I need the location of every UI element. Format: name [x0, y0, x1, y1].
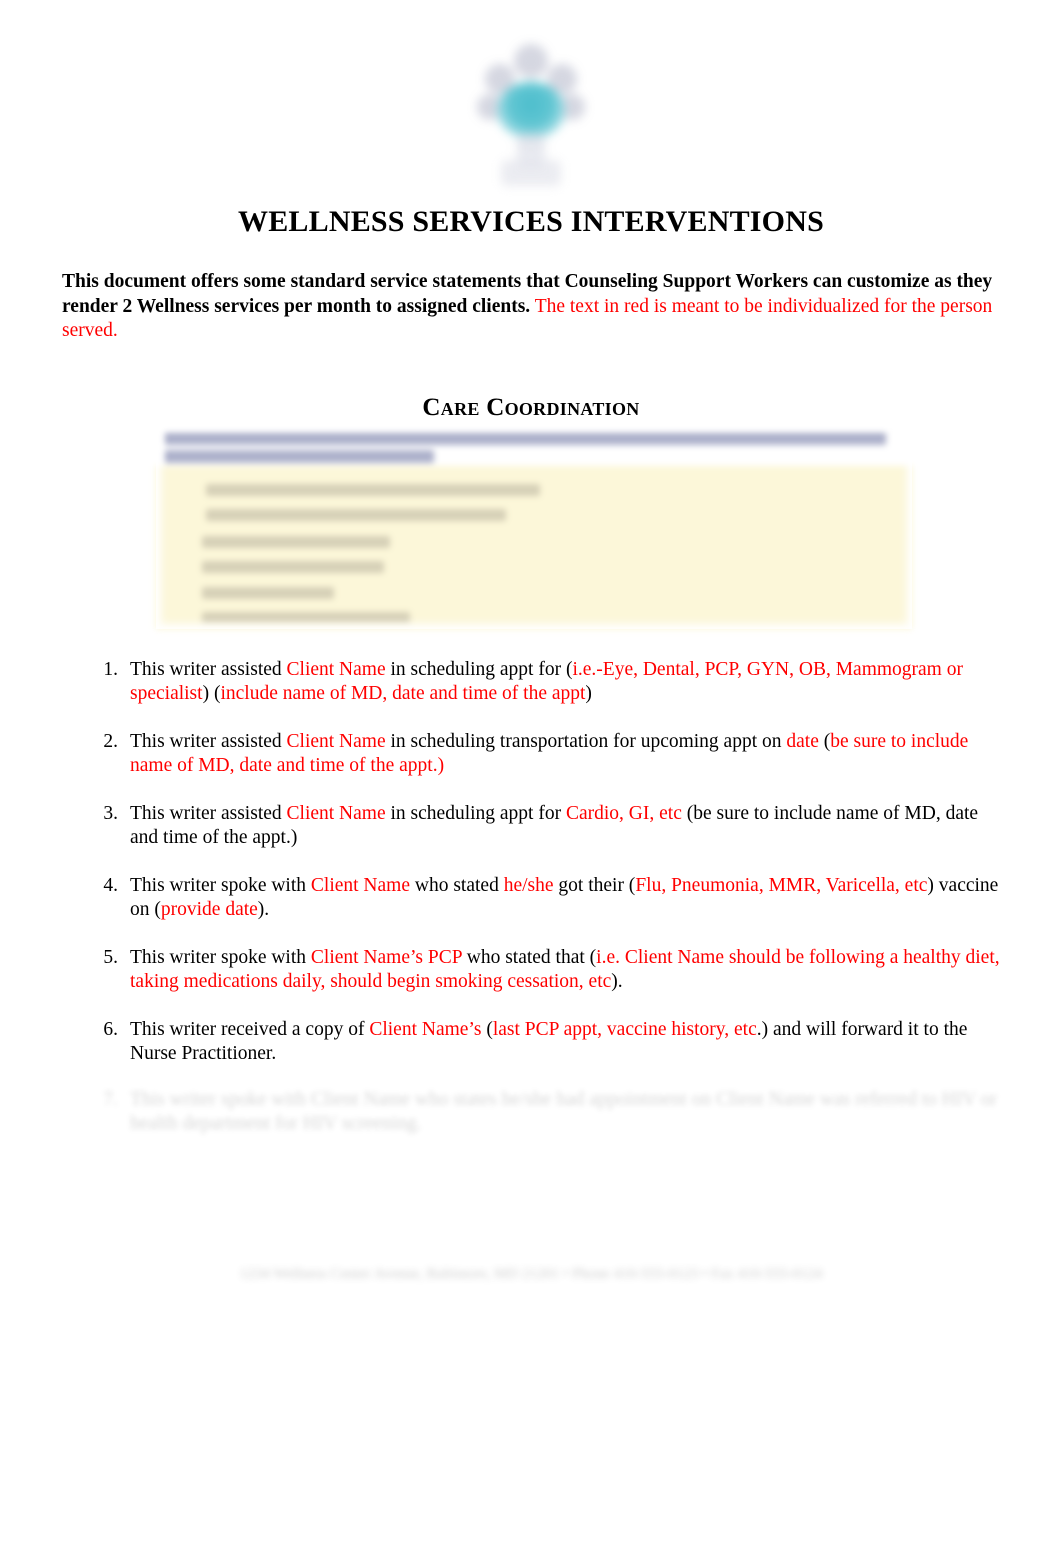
text-segment-black: in scheduling appt for: [385, 803, 566, 824]
list-item-text: This writer assisted Client Name in sche…: [130, 803, 978, 848]
text-segment-red: Client Name’s PCP: [310, 947, 462, 968]
list-item-number: 3.: [103, 803, 118, 824]
redacted-callout-box: [156, 424, 912, 629]
list-item-faded-text: This writer spoke with Client Name who s…: [130, 1089, 998, 1134]
text-segment-black: ) (: [202, 683, 221, 704]
text-segment-black: (: [481, 1019, 493, 1040]
text-segment-red: Client Name: [286, 731, 386, 752]
footer-text: 1234 Wellness Center Avenue, Baltimore, …: [239, 1266, 823, 1282]
text-segment-black: who stated: [410, 875, 504, 896]
callout-header-band: [156, 424, 912, 466]
text-segment-black: in scheduling appt for (: [385, 659, 573, 680]
text-segment-black: This writer assisted: [130, 659, 287, 680]
text-segment-red: last PCP appt, vaccine history, etc: [492, 1019, 757, 1040]
list-item: 2. This writer assisted Client Name in sc…: [92, 730, 1004, 778]
list-item: 5. This writer spoke with Client Name’s P…: [92, 946, 1004, 994]
text-segment-black: This writer assisted: [130, 803, 287, 824]
list-item: 1. This writer assisted Client Name in sc…: [92, 658, 1004, 706]
text-segment-black: This writer spoke with: [130, 947, 311, 968]
section-heading-care-coordination: Care Coordination: [422, 394, 640, 421]
list-item-text: This writer assisted Client Name in sche…: [130, 731, 968, 776]
text-segment-black: who stated that (: [461, 947, 597, 968]
text-segment-black: This writer assisted: [130, 731, 287, 752]
interventions-list: 1. This writer assisted Client Name in sc…: [92, 658, 1004, 1090]
callout-text-line: [202, 587, 334, 599]
list-item-text: This writer received a copy of Client Na…: [130, 1019, 967, 1064]
text-segment-red: he/she: [503, 875, 554, 896]
list-item-number: 1.: [103, 659, 118, 680]
callout-text-line: [202, 612, 410, 624]
text-segment-black: got their (: [553, 875, 636, 896]
text-segment-red: Cardio, GI, etc: [565, 803, 682, 824]
logo-bowl-shape: [497, 82, 565, 138]
text-segment-black: ).: [611, 971, 623, 992]
list-item: 3. This writer assisted Client Name in sc…: [92, 802, 1004, 850]
text-segment-red: Client Name: [286, 803, 386, 824]
list-item: 6. This writer received a copy of Client …: [92, 1018, 1004, 1066]
list-item-faded: 7. This writer spoke with Client Name wh…: [92, 1088, 1042, 1136]
text-segment-red: Client Name’s: [369, 1019, 482, 1040]
text-segment-red: Flu, Pneumonia, MMR, Varicella, etc: [635, 875, 928, 896]
callout-text-line: [202, 561, 384, 573]
text-segment-red: Client Name: [286, 659, 386, 680]
text-segment-black: This writer received a copy of: [130, 1019, 370, 1040]
page-title: WELLNESS SERVICES INTERVENTIONS: [238, 205, 824, 238]
text-segment-black: (: [818, 731, 831, 752]
logo-container: [0, 42, 1062, 194]
list-item-number: 7.: [103, 1089, 118, 1110]
text-segment-red: Client Name: [310, 875, 410, 896]
text-segment-black: This writer spoke with: [130, 875, 311, 896]
list-item-number: 5.: [103, 947, 118, 968]
text-segment-red: include name of MD, date and time of the…: [220, 683, 586, 704]
text-segment-red: date: [786, 731, 819, 752]
list-item-text: This writer spoke with Client Name’s PCP…: [130, 947, 1000, 992]
list-item-text: This writer assisted Client Name in sche…: [130, 659, 963, 704]
list-item-number: 4.: [103, 875, 118, 896]
list-item: 4. This writer spoke with Client Name who…: [92, 874, 1004, 922]
logo-petal: [514, 44, 548, 78]
callout-header-line: [164, 432, 886, 445]
document-footer: 1234 Wellness Center Avenue, Baltimore, …: [0, 1266, 1062, 1283]
text-segment-black: ).: [257, 899, 270, 920]
list-item-number: 6.: [103, 1019, 118, 1040]
text-segment-red: provide date: [160, 899, 258, 920]
document-page: WELLNESS SERVICES INTERVENTIONS This doc…: [0, 0, 1062, 1556]
callout-text-line: [206, 484, 540, 496]
text-segment-black: ): [585, 683, 592, 704]
callout-text-line: [202, 536, 390, 548]
callout-text-line: [206, 509, 506, 521]
callout-header-line: [164, 450, 434, 463]
logo-base-shape: [501, 160, 561, 186]
text-segment-black: in scheduling transportation for upcomin…: [385, 731, 787, 752]
list-item-number: 2.: [103, 731, 118, 752]
agency-logo-icon: [475, 42, 587, 194]
list-item-text: This writer spoke with Client Name who s…: [130, 875, 998, 920]
intro-paragraph: This document offers some standard servi…: [62, 270, 1000, 344]
